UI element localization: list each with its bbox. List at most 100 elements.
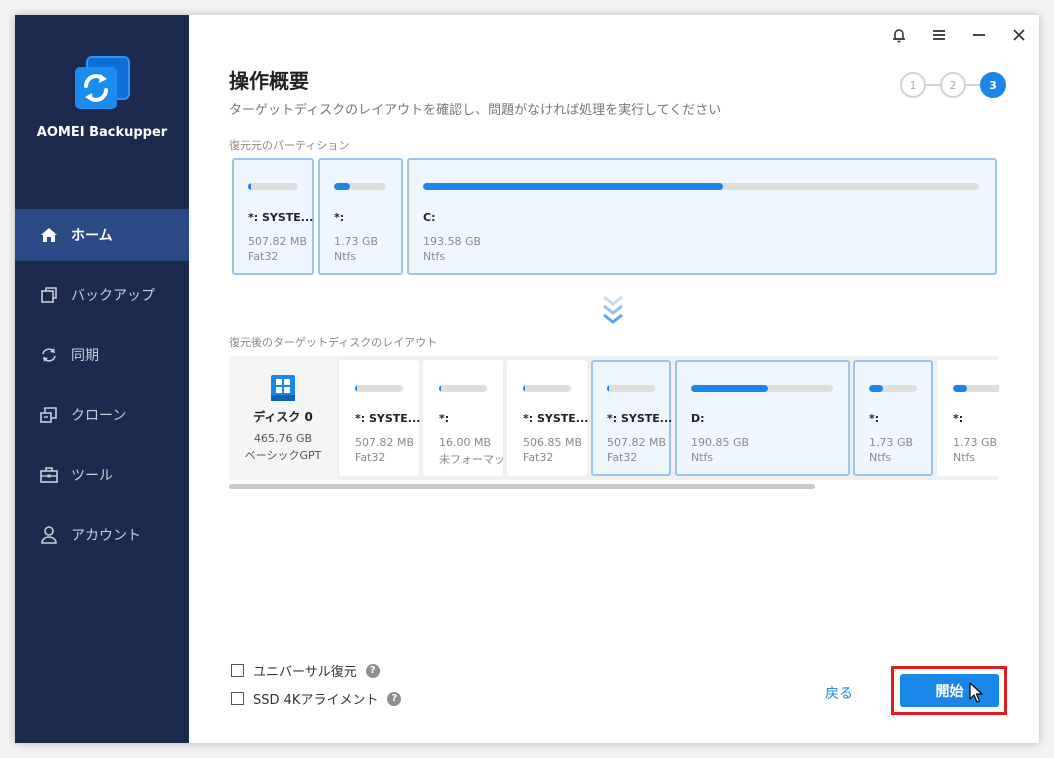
usage-bar xyxy=(334,183,386,190)
toolbox-icon xyxy=(39,465,59,485)
usage-bar xyxy=(439,385,487,392)
sidebar-item-label: ホーム xyxy=(71,228,113,244)
target-disk[interactable]: ディスク 0 465.76 GB ベーシックGPT xyxy=(229,356,337,480)
universal-restore-option[interactable]: ユニバーサル復元 ? xyxy=(231,661,380,680)
partition-fs: Ntfs xyxy=(334,250,357,263)
usage-bar xyxy=(248,183,298,190)
partition-size: 507.82 MB xyxy=(607,436,667,449)
usage-bar xyxy=(953,385,999,392)
usage-bar xyxy=(423,183,979,190)
user-icon xyxy=(39,525,59,545)
partition-fs: Fat32 xyxy=(248,250,279,263)
step-2: 2 xyxy=(940,72,966,98)
menu-icon[interactable] xyxy=(919,23,959,47)
target-section-label: 復元後のターゲットディスクのレイアウト xyxy=(229,336,438,349)
sidebar-nav: ホーム バックアップ 同期 クローン ツール アカウント xyxy=(15,209,189,569)
sidebar-item-label: アカウント xyxy=(71,528,141,544)
universal-restore-checkbox[interactable] xyxy=(231,664,244,677)
app-logo-icon xyxy=(75,56,130,109)
usage-fill xyxy=(355,385,358,392)
partition-fs: Ntfs xyxy=(423,250,446,263)
partition-name: *: xyxy=(439,412,450,425)
sidebar-item-backup[interactable]: バックアップ xyxy=(15,269,189,321)
source-partition[interactable]: *: 1.73 GB Ntfs xyxy=(318,158,403,275)
home-icon xyxy=(39,225,59,245)
target-partition[interactable]: *: 16.00 MB 未フォーマット xyxy=(423,360,516,476)
partition-fs: Ntfs xyxy=(953,451,976,464)
partition-name: *: SYSTE... xyxy=(523,412,589,425)
usage-fill xyxy=(869,385,884,392)
ssd-align-checkbox[interactable] xyxy=(231,692,244,705)
double-chevron-down-icon xyxy=(603,295,623,324)
disk-name: ディスク 0 xyxy=(253,410,313,424)
back-button[interactable]: 戻る xyxy=(825,683,853,703)
partition-name: *: SYSTE... xyxy=(248,211,314,224)
app-window: AOMEI Backupper ホーム バックアップ 同期 クローン ツール ア… xyxy=(15,15,1039,743)
main-panel: 操作概要 ターゲットディスクのレイアウトを確認し、問題がなければ処理を実行してく… xyxy=(189,15,1039,743)
target-disk-layout: ディスク 0 465.76 GB ベーシックGPT *: SYSTE... 50… xyxy=(229,356,999,480)
page-subtitle: ターゲットディスクのレイアウトを確認し、問題がなければ処理を実行してください xyxy=(229,103,722,118)
ssd-align-label: SSD 4Kアライメント xyxy=(253,693,379,708)
copy-icon xyxy=(39,285,59,305)
ssd-align-option[interactable]: SSD 4Kアライメント ? xyxy=(231,689,402,708)
partition-fs: Ntfs xyxy=(869,451,892,464)
sidebar-item-label: バックアップ xyxy=(71,288,155,304)
target-partition[interactable]: *: 1.73 GB Ntfs xyxy=(937,360,999,476)
target-partition[interactable]: *: SYSTE... 507.82 MB Fat32 xyxy=(591,360,672,476)
help-icon[interactable]: ? xyxy=(387,691,402,706)
start-button[interactable]: 開始 xyxy=(900,674,999,707)
step-1: 1 xyxy=(900,72,926,98)
clone-icon xyxy=(39,405,59,425)
partition-size: 16.00 MB xyxy=(439,436,492,449)
step-connector xyxy=(926,84,940,86)
sidebar-item-tools[interactable]: ツール xyxy=(15,449,189,501)
target-partition[interactable]: *: 1.73 GB Ntfs xyxy=(853,360,933,476)
partition-size: 1.73 GB xyxy=(869,436,914,449)
partition-fs: Ntfs xyxy=(691,451,714,464)
partition-size: 507.82 MB xyxy=(248,235,308,248)
usage-bar xyxy=(691,385,833,392)
horizontal-scrollbar[interactable] xyxy=(229,484,815,489)
usage-fill xyxy=(607,385,610,392)
source-partition[interactable]: *: SYSTE... 507.82 MB Fat32 xyxy=(232,158,314,275)
partition-name: *: xyxy=(334,211,345,224)
sidebar-item-home[interactable]: ホーム xyxy=(15,209,189,261)
disk-type: ベーシックGPT xyxy=(244,449,322,462)
partition-size: 1.73 GB xyxy=(334,235,379,248)
app-name: AOMEI Backupper xyxy=(36,125,168,140)
partition-fs: Fat32 xyxy=(607,451,638,464)
close-icon[interactable] xyxy=(999,23,1039,47)
sidebar-item-clone[interactable]: クローン xyxy=(15,389,189,441)
target-partition[interactable]: *: SYSTE... 506.85 MB Fat32 xyxy=(507,360,589,476)
minimize-icon[interactable] xyxy=(959,23,999,47)
usage-bar xyxy=(607,385,655,392)
sidebar-item-sync[interactable]: 同期 xyxy=(15,329,189,381)
titlebar-controls xyxy=(879,23,1039,47)
partition-fs: Fat32 xyxy=(355,451,386,464)
usage-fill xyxy=(423,183,724,190)
partition-size: 507.82 MB xyxy=(355,436,415,449)
source-partitions: *: SYSTE... 507.82 MB Fat32 *: 1.73 GB N… xyxy=(232,158,1002,275)
partition-size: 190.85 GB xyxy=(691,436,750,449)
sidebar-item-label: クローン xyxy=(71,408,127,424)
usage-fill xyxy=(334,183,350,190)
sidebar-item-label: 同期 xyxy=(71,348,99,364)
sync-icon xyxy=(39,345,59,365)
help-icon[interactable]: ? xyxy=(365,663,380,678)
usage-bar xyxy=(355,385,403,392)
source-partition[interactable]: C: 193.58 GB Ntfs xyxy=(407,158,997,275)
usage-fill xyxy=(691,385,768,392)
usage-fill xyxy=(523,385,526,392)
disk-icon xyxy=(271,375,295,401)
partition-name: D: xyxy=(691,412,705,425)
target-partition[interactable]: *: SYSTE... 507.82 MB Fat32 xyxy=(339,360,420,476)
partition-name: C: xyxy=(423,211,436,224)
step-3: 3 xyxy=(980,72,1006,98)
sidebar-item-account[interactable]: アカウント xyxy=(15,509,189,561)
source-section-label: 復元元のパーティション xyxy=(229,139,350,152)
usage-fill xyxy=(439,385,442,392)
bell-icon[interactable] xyxy=(879,23,919,47)
target-partition[interactable]: D: 190.85 GB Ntfs xyxy=(675,360,850,476)
sidebar: AOMEI Backupper ホーム バックアップ 同期 クローン ツール ア… xyxy=(15,15,189,743)
usage-bar xyxy=(869,385,917,392)
